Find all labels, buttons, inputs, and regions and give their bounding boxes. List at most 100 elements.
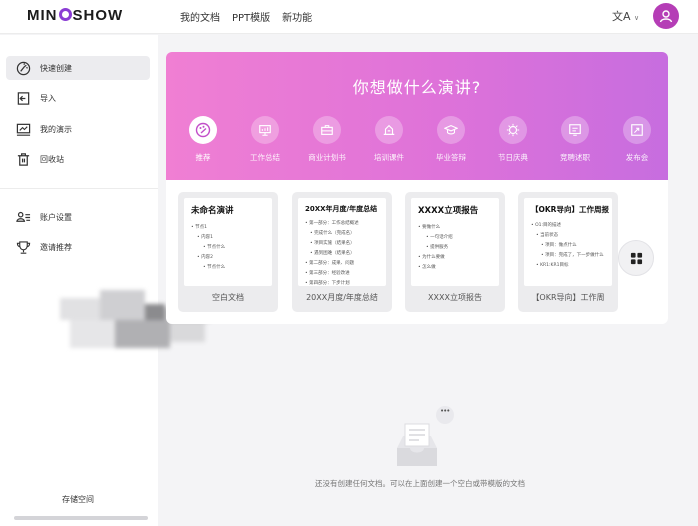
template-caption: 【OKR导向】工作周 bbox=[531, 293, 605, 302]
nav-new-features[interactable]: 新功能 bbox=[282, 9, 312, 24]
preview-line: • 怎么做 bbox=[418, 265, 436, 270]
sidebar-item-account-settings[interactable]: 账户设置 bbox=[6, 205, 150, 229]
category-label: 节日庆典 bbox=[498, 153, 528, 162]
template-list: 未命名演讲 • 节点1 • 内容1 • 节点什么 • 内容2 • 节点什么 空白… bbox=[166, 180, 668, 324]
preview-line: • 第二部分：成果、问题 bbox=[305, 261, 355, 266]
logo-text-end: SHOW bbox=[72, 7, 124, 24]
preview-line: • 项目：做点什么 bbox=[541, 243, 577, 248]
preview-line: • 遇到困难（结果名） bbox=[310, 251, 355, 256]
category-label: 毕业答辩 bbox=[436, 153, 466, 162]
nav-ppt-templates[interactable]: PPT模版 bbox=[232, 9, 270, 24]
translate-icon: 文A bbox=[612, 10, 631, 23]
storage-bar bbox=[14, 516, 148, 520]
category-job-report[interactable]: 竞聘述职 bbox=[550, 116, 600, 163]
nav-my-documents[interactable]: 我的文档 bbox=[180, 9, 220, 24]
import-icon bbox=[17, 91, 29, 105]
template-preview-title: XXXX立项报告 bbox=[418, 206, 479, 216]
preview-line: • 内容1 bbox=[197, 235, 213, 240]
template-card-blank[interactable]: 未命名演讲 • 节点1 • 内容1 • 节点什么 • 内容2 • 节点什么 空白… bbox=[178, 192, 278, 312]
preview-line: • 第一部分：工作总结概述 bbox=[305, 221, 359, 226]
category-training[interactable]: 培训课件 bbox=[364, 116, 414, 163]
template-preview: XXXX立项报告 • 要做什么 • 一句话介绍 • 提供服务 • 为什么要做 •… bbox=[411, 198, 499, 286]
wand-icon bbox=[16, 61, 30, 75]
template-preview-title: 【OKR导向】工作周报 bbox=[531, 205, 609, 214]
chevron-down-icon: ∨ bbox=[634, 14, 640, 22]
account-icon bbox=[15, 211, 30, 222]
sidebar-item-invite[interactable]: 邀请推荐 bbox=[6, 235, 150, 259]
preview-line: • KR1:KR1目标 bbox=[536, 263, 569, 268]
layout-toggle-button[interactable] bbox=[618, 240, 654, 276]
logo-text-start: MIN bbox=[27, 7, 58, 24]
sidebar-item-trash[interactable]: 回收站 bbox=[6, 147, 150, 171]
category-label: 发布会 bbox=[625, 153, 649, 162]
category-launch-event[interactable]: 发布会 bbox=[612, 116, 662, 163]
empty-state-illustration: ••• bbox=[395, 406, 457, 472]
preview-line: • 节点什么 bbox=[203, 245, 226, 250]
category-recommended[interactable]: 推荐 bbox=[178, 116, 228, 163]
preview-line: • 第三部分：经验改进 bbox=[305, 271, 350, 276]
category-label: 竞聘述职 bbox=[560, 153, 590, 162]
presentation-icon bbox=[16, 123, 30, 136]
template-caption: 空白文档 bbox=[212, 293, 244, 302]
sidebar: 快速创建 导入 我的演示 回收站 账户设置 邀请推荐 存储空间 bbox=[0, 35, 158, 526]
chat-bubble-icon: ••• bbox=[440, 407, 450, 415]
template-preview: 20XX年月度/年度总结 • 第一部分：工作总结概述 • 完成什么（完成名） •… bbox=[298, 198, 386, 286]
preview-line: • 提供服务 bbox=[426, 245, 449, 250]
sidebar-item-label: 邀请推荐 bbox=[40, 242, 72, 252]
category-label: 推荐 bbox=[195, 153, 211, 162]
banner-title: 你想做什么演讲? bbox=[352, 78, 482, 97]
category-business-plan[interactable]: 商业计划书 bbox=[302, 116, 352, 163]
sidebar-item-import[interactable]: 导入 bbox=[6, 86, 150, 110]
template-caption: XXXX立项报告 bbox=[428, 293, 482, 302]
sidebar-item-label: 快速创建 bbox=[40, 63, 72, 73]
preview-line: • 第四部分：下步计划 bbox=[305, 281, 350, 286]
preview-line: • 完成什么（完成名） bbox=[310, 231, 355, 236]
sidebar-item-label: 我的演示 bbox=[40, 124, 72, 134]
mindshow-logo[interactable]: MIN SHOW bbox=[27, 7, 123, 24]
sidebar-item-quick-create[interactable]: 快速创建 bbox=[6, 56, 150, 80]
user-icon bbox=[659, 10, 673, 23]
storage-label: 存储空间 bbox=[62, 495, 94, 504]
preview-line: • 为什么要做 bbox=[418, 255, 445, 260]
category-label: 培训课件 bbox=[374, 153, 404, 162]
training-icon bbox=[383, 124, 395, 135]
language-switch[interactable]: 文A ∨ bbox=[612, 8, 639, 24]
sidebar-item-my-presentations[interactable]: 我的演示 bbox=[6, 117, 150, 141]
preview-line: • 节点1 bbox=[191, 225, 207, 230]
business-icon bbox=[321, 125, 333, 135]
category-label: 工作总结 bbox=[250, 153, 280, 162]
user-avatar[interactable] bbox=[653, 3, 679, 29]
top-header: MIN SHOW 我的文档 PPT模版 新功能 文A ∨ bbox=[0, 0, 698, 34]
report-icon bbox=[569, 124, 581, 136]
preview-line: • O1:目的描述 bbox=[531, 223, 562, 228]
sidebar-divider bbox=[0, 188, 158, 189]
preview-line: • 内容2 bbox=[197, 255, 213, 260]
create-banner: 你想做什么演讲? 推荐 工作总结 商业计划书 培训课件 毕业答辩 节日庆典 竞聘… bbox=[166, 52, 668, 180]
top-nav: 我的文档 PPT模版 新功能 bbox=[180, 9, 312, 24]
sidebar-item-label: 导入 bbox=[40, 93, 56, 103]
preview-line: • 当前状态 bbox=[536, 233, 559, 238]
empty-state-message: 还没有创建任何文档。可以在上面创建一个空白或带模版的文档 bbox=[315, 479, 525, 488]
grid-icon bbox=[630, 252, 642, 264]
trash-icon bbox=[17, 152, 29, 166]
preview-line: • 项目实施（结果名） bbox=[310, 241, 355, 246]
category-work-summary[interactable]: 工作总结 bbox=[240, 116, 290, 163]
preview-line: • 一句话介绍 bbox=[426, 235, 453, 240]
template-card-project-report[interactable]: XXXX立项报告 • 要做什么 • 一句话介绍 • 提供服务 • 为什么要做 •… bbox=[405, 192, 505, 312]
graduation-icon bbox=[444, 125, 458, 135]
empty-inbox-icon bbox=[397, 406, 454, 466]
template-caption: 20XX月度/年度总结 bbox=[306, 293, 378, 302]
preview-line: • 项目：完成了，下一步做什么 bbox=[541, 253, 604, 258]
template-card-okr-weekly[interactable]: 【OKR导向】工作周报 • O1:目的描述 • 当前状态 • 项目：做点什么 •… bbox=[518, 192, 618, 312]
launch-icon bbox=[631, 124, 643, 136]
preview-line: • 要做什么 bbox=[418, 225, 441, 230]
template-preview: 【OKR导向】工作周报 • O1:目的描述 • 当前状态 • 项目：做点什么 •… bbox=[524, 198, 612, 286]
category-celebration[interactable]: 节日庆典 bbox=[488, 116, 538, 163]
category-graduation[interactable]: 毕业答辩 bbox=[426, 116, 476, 163]
category-label: 商业计划书 bbox=[308, 153, 346, 162]
template-card-annual-summary[interactable]: 20XX年月度/年度总结 • 第一部分：工作总结概述 • 完成什么（完成名） •… bbox=[292, 192, 392, 312]
trophy-icon bbox=[16, 240, 30, 254]
template-preview: 未命名演讲 • 节点1 • 内容1 • 节点什么 • 内容2 • 节点什么 bbox=[184, 198, 272, 286]
logo-ring-icon bbox=[58, 8, 72, 21]
template-preview-title: 20XX年月度/年度总结 bbox=[305, 205, 378, 213]
